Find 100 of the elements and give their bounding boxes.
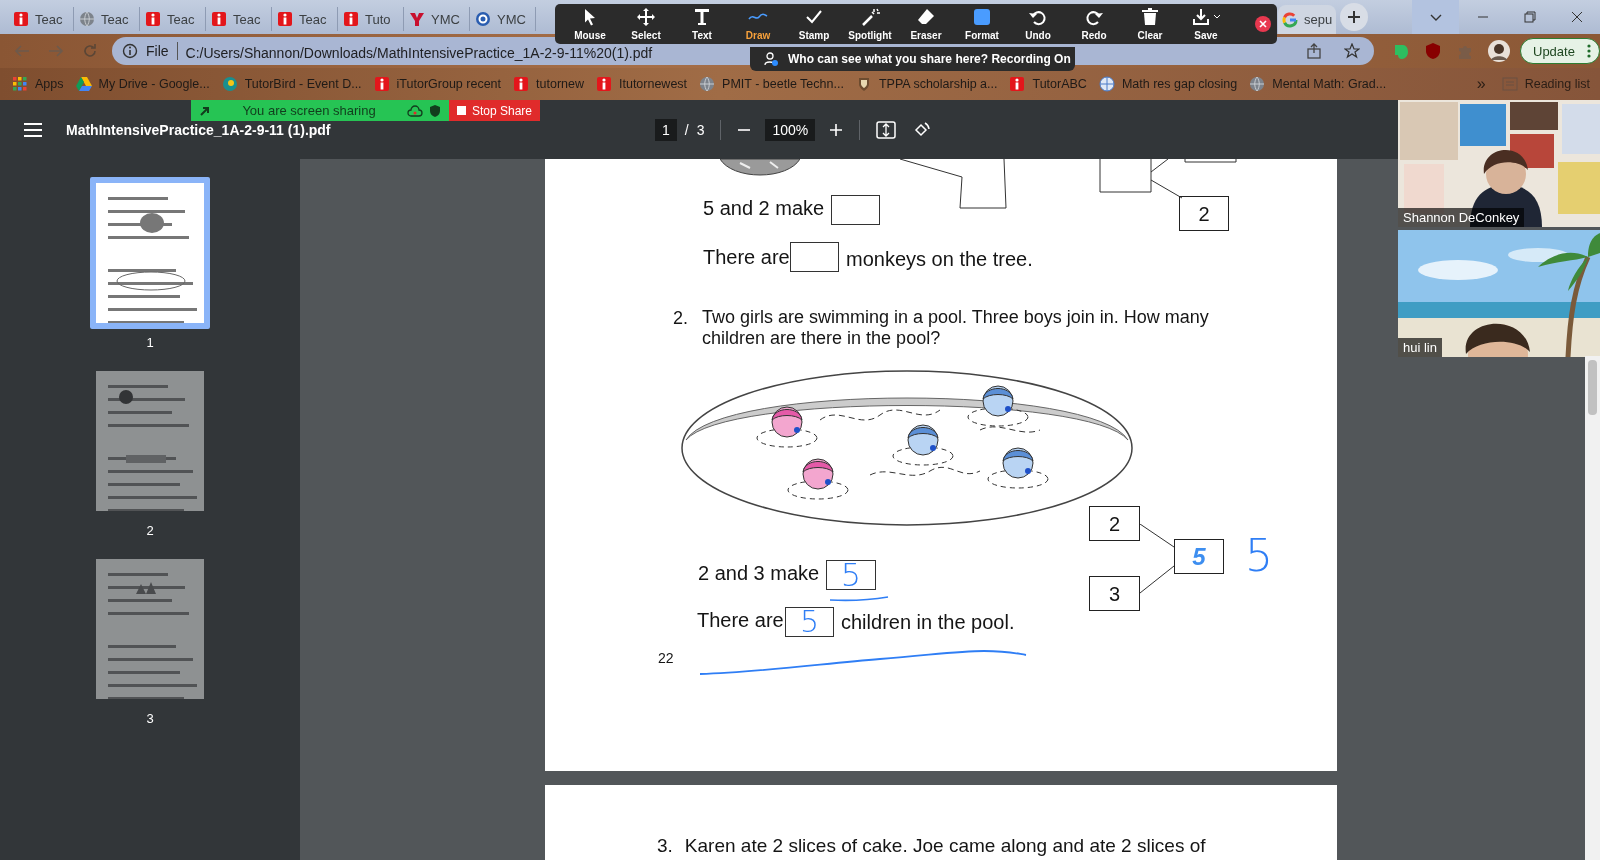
url-text: C:/Users/Shannon/Downloads/MathIntensivePractice_1A-2-9-11%20(1).pdf bbox=[185, 46, 653, 60]
star-icon[interactable] bbox=[1344, 43, 1360, 59]
connector-lines-drawing bbox=[1140, 524, 1174, 594]
answer-box: 5 bbox=[826, 560, 876, 590]
caret-icon bbox=[1213, 14, 1221, 20]
letter-i-icon bbox=[13, 11, 29, 27]
menu-icon[interactable] bbox=[24, 122, 42, 137]
handwritten-answer: 5 bbox=[1245, 533, 1273, 579]
sentence-text: 5 and 2 make bbox=[703, 196, 825, 220]
answer-box bbox=[790, 242, 839, 272]
number-box: 2 bbox=[1179, 196, 1229, 231]
trash-icon bbox=[1140, 7, 1160, 27]
apps-grid-icon bbox=[12, 76, 28, 92]
globe-icon bbox=[1098, 76, 1115, 92]
question-text: Two girls are swimming in a pool. Three boys join in. How many children are there in the pool? bbox=[702, 307, 1210, 349]
letter-i-icon bbox=[277, 11, 293, 27]
sentence-text: children in the pool. bbox=[841, 610, 1015, 634]
answer-box bbox=[831, 195, 880, 225]
participant-name: hui lin bbox=[1398, 338, 1442, 357]
close-icon[interactable] bbox=[1570, 11, 1583, 23]
update-button[interactable]: Update bbox=[1520, 38, 1600, 64]
list-icon bbox=[1501, 76, 1518, 92]
letter-i-icon bbox=[343, 11, 359, 27]
browser-tab[interactable]: Teac bbox=[272, 7, 338, 31]
stop-share-button[interactable]: Stop Share bbox=[449, 100, 541, 121]
person-icon bbox=[764, 52, 778, 66]
page-number: 22 bbox=[658, 649, 674, 668]
sharing-status-text: You are screen sharing bbox=[241, 103, 377, 118]
browser-tab[interactable]: YMC bbox=[404, 7, 470, 31]
share-icon[interactable] bbox=[1306, 43, 1322, 59]
info-icon bbox=[122, 43, 138, 59]
bookmark[interactable]: PMIT - beetle Techn... bbox=[699, 76, 844, 92]
bookmark[interactable]: Itutornewest bbox=[596, 76, 688, 92]
close-icon[interactable] bbox=[1255, 16, 1271, 32]
browser-tab[interactable]: YMC bbox=[470, 7, 536, 31]
colored-ring-icon bbox=[1282, 11, 1298, 28]
browser-tab[interactable]: Tuto bbox=[338, 7, 404, 31]
scrollbar-thumb[interactable] bbox=[1588, 360, 1597, 415]
square-icon bbox=[972, 7, 992, 27]
zoom-in-icon[interactable] bbox=[829, 122, 844, 137]
download-icon bbox=[1191, 7, 1211, 27]
letter-i-icon bbox=[513, 76, 530, 92]
answer-box: 5 bbox=[785, 607, 834, 637]
extension-logo-icon[interactable] bbox=[1392, 42, 1410, 60]
avatar-icon[interactable] bbox=[1488, 40, 1510, 62]
globe-icon bbox=[79, 11, 95, 27]
thumbnail-label: 1 bbox=[146, 335, 154, 350]
question-number: 2. bbox=[673, 307, 688, 330]
bird-icon bbox=[221, 76, 238, 92]
y-shape-icon bbox=[409, 11, 425, 27]
arrow-icon bbox=[199, 104, 211, 117]
zoom-field[interactable]: 100% bbox=[765, 118, 816, 141]
triangle-logo-icon bbox=[75, 76, 92, 92]
text-tool-icon bbox=[692, 7, 712, 27]
letter-i-icon bbox=[211, 11, 227, 27]
bookmark[interactable]: tutornew bbox=[513, 76, 584, 92]
document-title: MathIntensivePractice_1A-2-9-11 (1).pdf bbox=[66, 121, 331, 138]
letter-i-icon bbox=[373, 76, 390, 92]
wand-icon bbox=[860, 7, 880, 27]
move-icon bbox=[636, 7, 656, 27]
page-thumbnail[interactable] bbox=[90, 177, 210, 329]
bookmark[interactable]: TutorABC bbox=[1009, 76, 1087, 92]
stop-icon bbox=[457, 106, 466, 115]
browser-tab[interactable]: Teac bbox=[206, 7, 272, 31]
letter-i-icon bbox=[1009, 76, 1026, 92]
eraser-icon bbox=[916, 7, 936, 27]
notice-text: Who can see what you share here? Recording On bbox=[788, 52, 1071, 66]
browser-tab[interactable]: Teac bbox=[74, 7, 140, 31]
browser-tab[interactable]: sepu bbox=[1278, 5, 1336, 34]
letter-i-icon bbox=[596, 76, 612, 92]
number-box: 2 bbox=[1089, 506, 1140, 541]
letter-i-icon bbox=[145, 11, 161, 27]
new-tab-button[interactable] bbox=[1340, 3, 1368, 31]
bookmark[interactable]: Math res gap closing bbox=[1098, 76, 1238, 92]
number-box: 3 bbox=[1089, 576, 1140, 611]
bookmark[interactable]: TPPA scholarship a... bbox=[855, 76, 998, 92]
number-box: 5 bbox=[1174, 539, 1224, 574]
ink-stroke bbox=[829, 596, 889, 602]
shield-icon bbox=[429, 103, 441, 118]
sentence-text: There are bbox=[703, 245, 790, 269]
thumbnail-label: 2 bbox=[146, 523, 154, 538]
page-count: 3 bbox=[696, 121, 705, 138]
sentence-text: monkeys on the tree. bbox=[846, 247, 1033, 271]
restore-icon[interactable] bbox=[1523, 11, 1536, 23]
browser-tab[interactable]: Teac bbox=[140, 7, 206, 31]
page-number-field[interactable]: 1 bbox=[655, 118, 677, 141]
bookmark[interactable]: iTutorGroup recent bbox=[373, 76, 502, 92]
question-number: 3. bbox=[657, 835, 673, 858]
circle-logo-icon bbox=[475, 11, 491, 27]
sentence-text: 2 and 3 make bbox=[698, 561, 820, 585]
browser-tab[interactable]: Teac bbox=[8, 7, 74, 31]
sentence-text: There are bbox=[697, 608, 784, 632]
question-text: Karen ate 2 slices of cake. Joe came along and ate 2 slices of bbox=[684, 835, 1206, 858]
rotate-icon[interactable] bbox=[912, 120, 931, 139]
fit-page-icon[interactable] bbox=[876, 120, 897, 139]
plus-icon bbox=[1347, 10, 1361, 24]
page-separator: / bbox=[684, 121, 689, 138]
globe-icon bbox=[699, 76, 716, 92]
scheme-label: File bbox=[146, 43, 169, 59]
participant-name: Shannon DeConkey bbox=[1398, 208, 1525, 227]
